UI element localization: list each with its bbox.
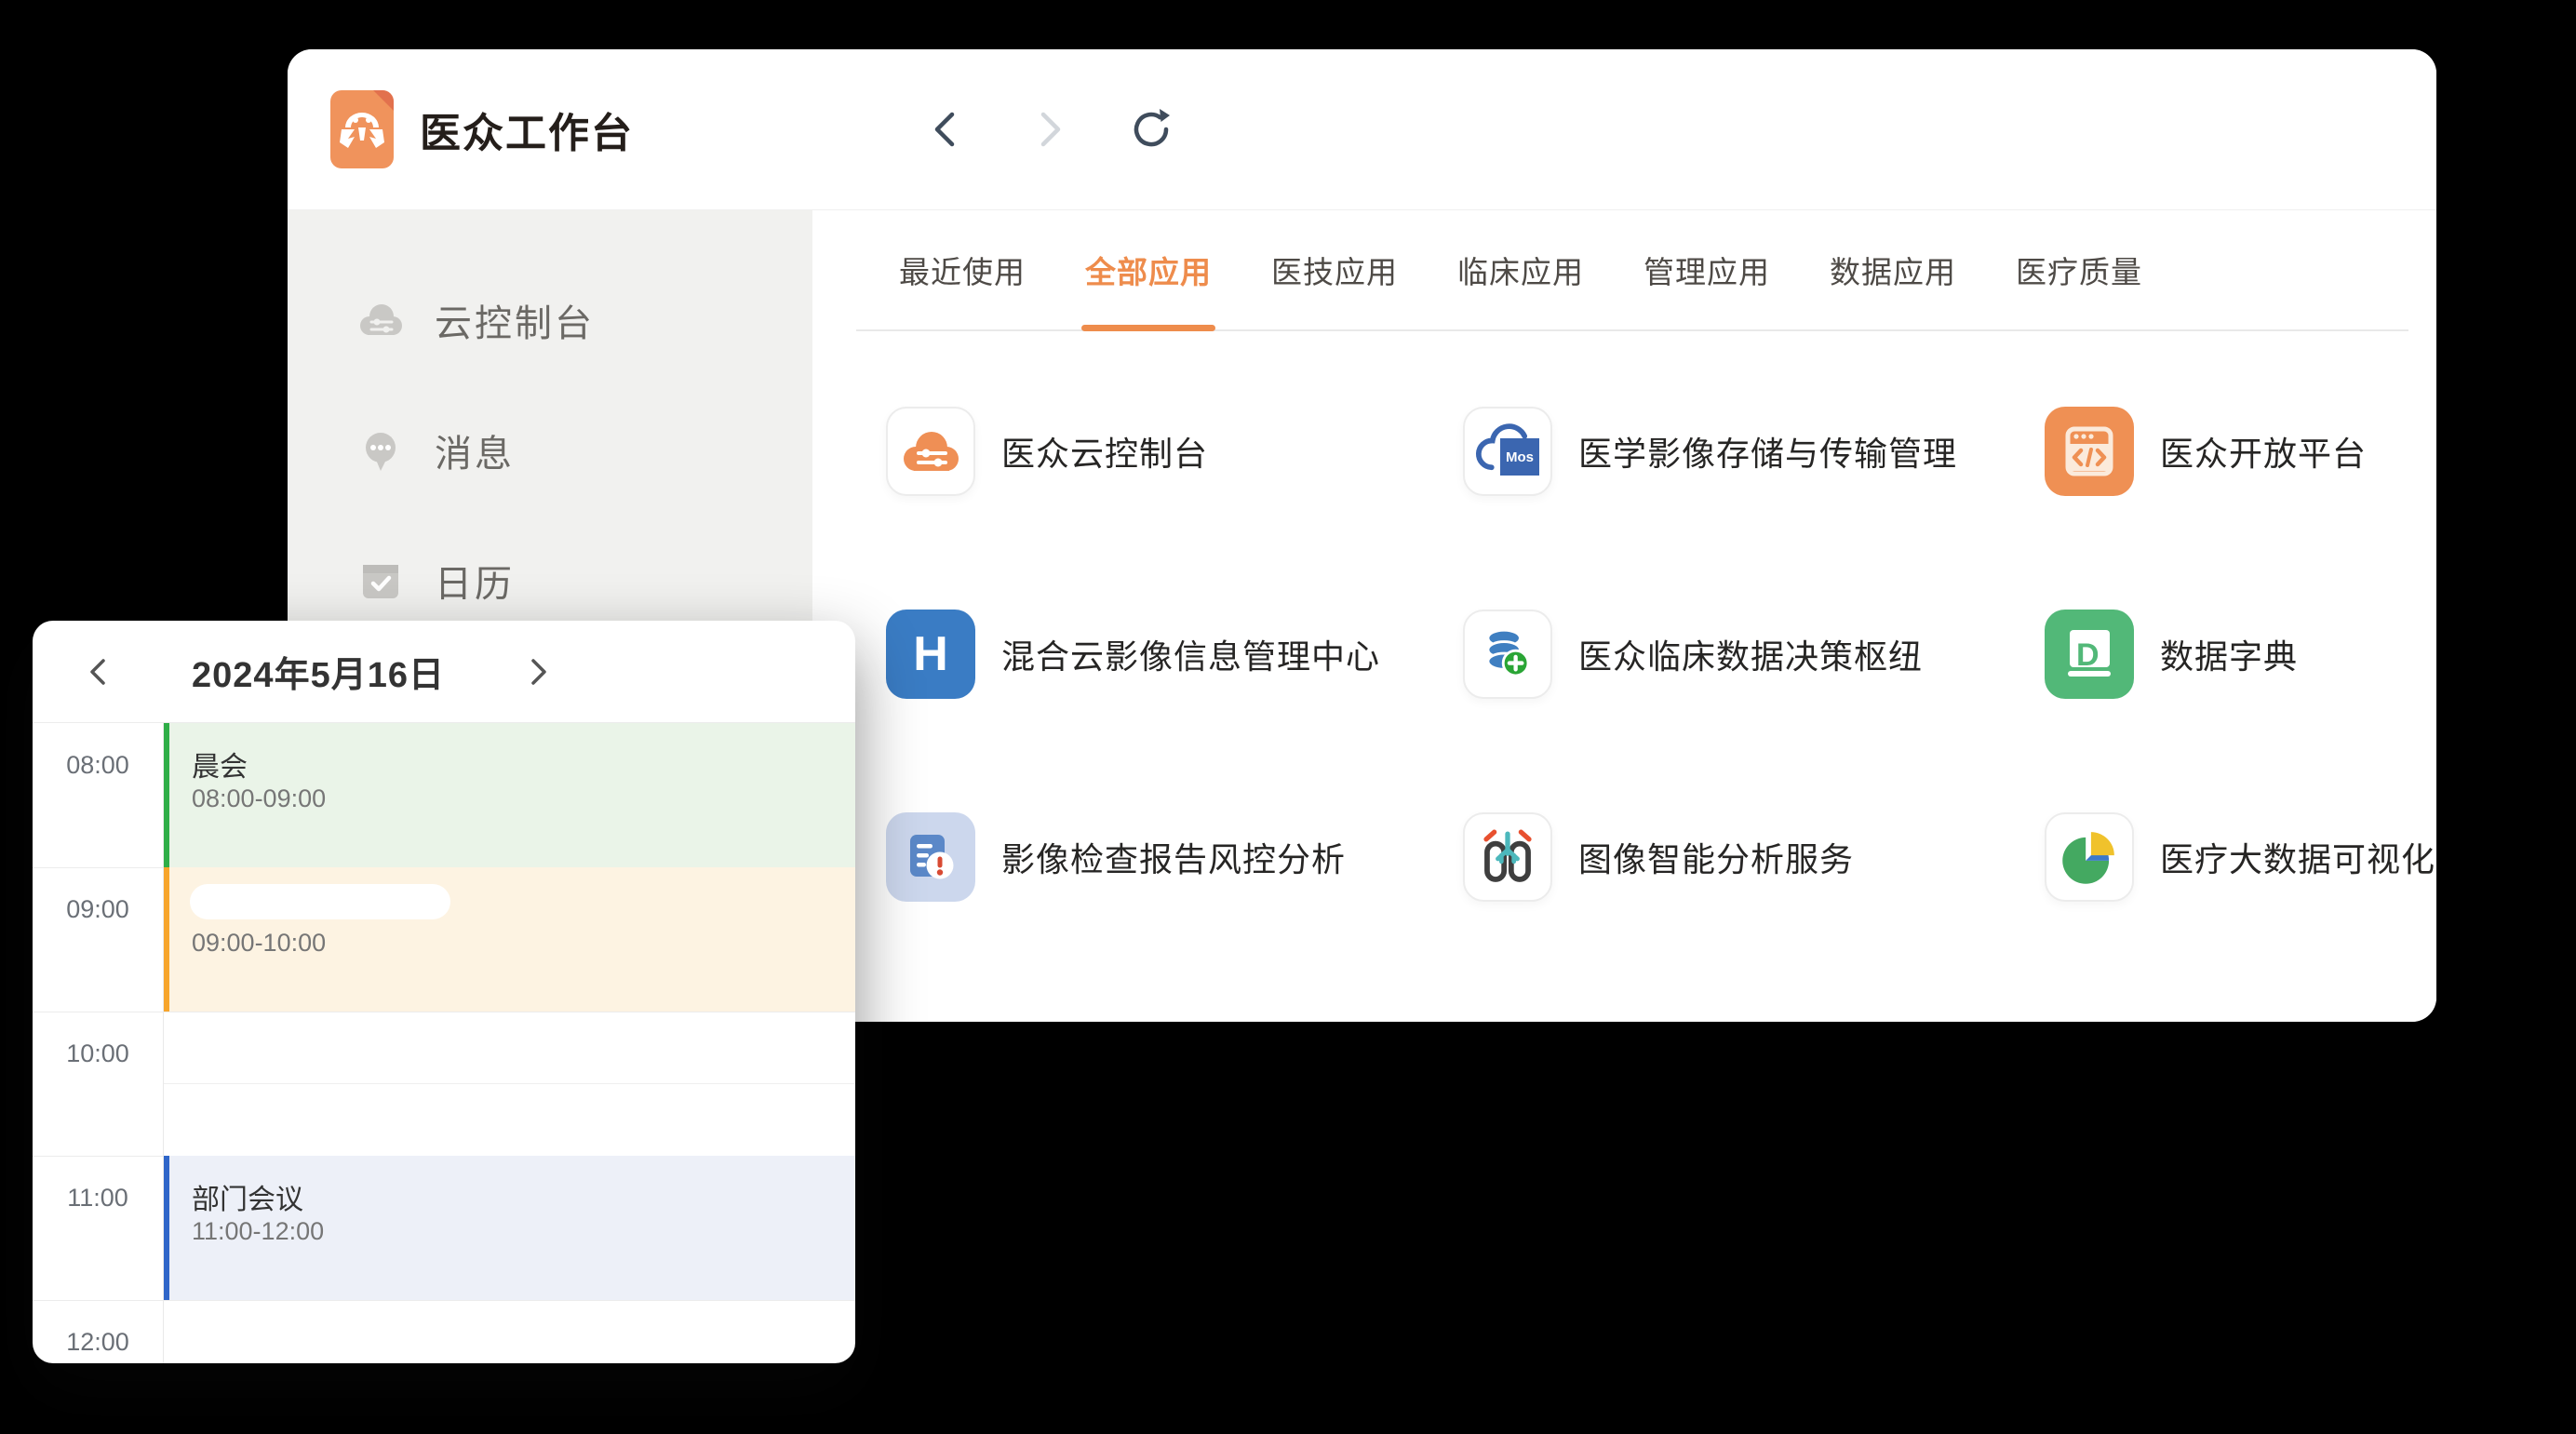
app-logo-icon [330,90,394,168]
content-area: 最近使用 全部应用 医技应用 临床应用 管理应用 数据应用 医疗质量 [812,210,2436,1022]
report-alert-icon [886,812,975,902]
event-color-bar [164,723,169,867]
tab-all-apps[interactable]: 全部应用 [1085,210,1212,329]
database-plus-icon [1463,610,1552,699]
calendar-icon [355,559,407,602]
cloud-icon [355,300,407,341]
tab-bar: 最近使用 全部应用 医技应用 临床应用 管理应用 数据应用 医疗质量 [856,210,2408,331]
calendar-header: 2024年5月16日 [33,621,855,723]
message-icon [355,428,407,473]
app-label: 医众云控制台 [1001,427,1208,476]
letter-h: H [913,626,948,682]
event-color-bar [164,867,169,1012]
time-label: 08:00 [33,751,163,780]
tab-management-apps[interactable]: 管理应用 [1644,210,1770,329]
app-open-platform[interactable]: 医众开放平台 [2045,407,2436,496]
cloud-storage-icon: Mos [1463,407,1552,496]
app-label: 医众临床数据决策枢纽 [1578,630,1923,678]
calendar-panel: 2024年5月16日 08:00 09:00 10:00 11:00 12:00… [33,621,855,1363]
refresh-icon[interactable] [1127,105,1175,154]
app-cloud-console[interactable]: 医众云控制台 [886,407,1463,496]
screen: 医众工作台 [0,0,2576,1434]
app-label: 医疗大数据可视化 [2160,833,2435,881]
app-clinical-data-hub[interactable]: 医众临床数据决策枢纽 [1463,610,2045,699]
sidebar-item-label: 云控制台 [435,293,595,347]
window-header: 医众工作台 [288,49,2436,210]
calendar-prev-day-icon[interactable] [77,651,118,692]
app-imaging-storage[interactable]: Mos 医学影像存储与传输管理 [1463,407,2045,496]
tab-recently-used[interactable]: 最近使用 [899,210,1026,329]
app-label: 影像检查报告风控分析 [1001,833,1346,881]
letter-d: D [2076,637,2100,674]
app-image-ai-analysis[interactable]: 图像智能分析服务 [1463,812,2045,902]
redacted-title-pill [190,884,450,919]
app-report-risk-analysis[interactable]: 影像检查报告风控分析 [886,812,1463,902]
event-morning-meeting[interactable]: 晨会 08:00-09:00 [164,723,855,867]
app-label: 混合云影像信息管理中心 [1001,630,1380,678]
code-window-icon [2045,407,2134,496]
app-hybrid-cloud-imaging[interactable]: H 混合云影像信息管理中心 [886,610,1463,699]
lungs-icon [1463,812,1552,902]
app-label: 医学影像存储与传输管理 [1578,427,1957,476]
forward-arrow-icon[interactable] [1025,105,1073,154]
time-label: 11:00 [33,1184,163,1213]
cloud-sliders-icon [886,407,975,496]
tab-clinical-apps[interactable]: 临床应用 [1457,210,1584,329]
sidebar-item-messages[interactable]: 消息 [288,385,812,516]
sidebar-item-label: 日历 [435,554,515,608]
sidebar-item-label: 消息 [435,423,515,477]
app-big-data-visualization[interactable]: 医疗大数据可视化 [2045,812,2436,902]
event-time: 11:00-12:00 [192,1217,324,1246]
event-color-bar [164,1156,169,1300]
hour-gridline [33,1300,855,1301]
event-department-meeting[interactable]: 部门会议 11:00-12:00 [164,1156,855,1300]
app-title: 医众工作台 [420,100,634,159]
pie-chart-icon [2045,812,2134,902]
mos-badge: Mos [1500,438,1539,476]
back-arrow-icon[interactable] [922,105,971,154]
tab-medtech-apps[interactable]: 医技应用 [1271,210,1398,329]
half-hour-gridline [164,1083,855,1084]
sidebar-item-cloud-console[interactable]: 云控制台 [288,255,812,385]
letter-h-icon: H [886,610,975,699]
event-time: 09:00-10:00 [192,929,326,958]
nav-buttons [922,105,1175,154]
tab-medical-quality[interactable]: 医疗质量 [2016,210,2142,329]
calendar-body: 08:00 09:00 10:00 11:00 12:00 晨会 08:00-0… [33,723,855,1363]
time-label: 12:00 [33,1328,163,1357]
tab-data-apps[interactable]: 数据应用 [1830,210,1956,329]
app-data-dictionary[interactable]: D 数据字典 [2045,610,2436,699]
event-title: 部门会议 [192,1176,303,1217]
logo-glyph [336,107,388,154]
calendar-next-day-icon[interactable] [518,651,559,692]
app-grid: 医众云控制台 Mos 医学影像存储与传输管理 [886,407,2436,902]
event-redacted[interactable]: 09:00-10:00 [164,867,855,1012]
event-title: 晨会 [192,744,248,784]
calendar-date: 2024年5月16日 [118,646,518,697]
app-label: 图像智能分析服务 [1578,833,1854,881]
dictionary-book-icon: D [2045,610,2134,699]
app-label: 数据字典 [2160,630,2298,678]
time-label: 09:00 [33,895,163,924]
time-label: 10:00 [33,1039,163,1068]
event-time: 08:00-09:00 [192,784,326,813]
app-label: 医众开放平台 [2160,427,2367,476]
